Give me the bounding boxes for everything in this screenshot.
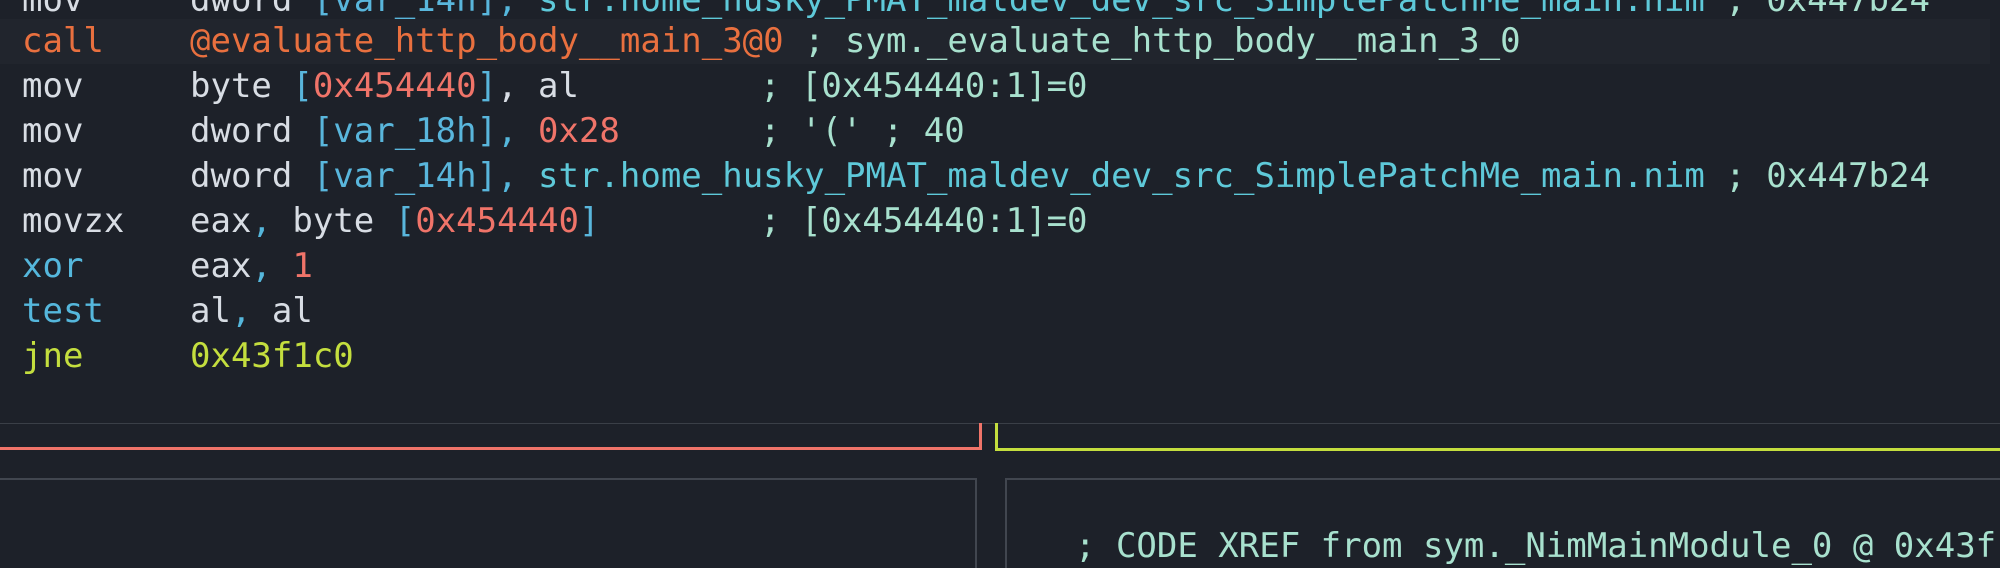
mnemonic: mov: [22, 111, 84, 151]
mnemonic: call: [22, 21, 104, 61]
false-branch-edge: [0, 423, 982, 450]
asm-line[interactable]: mov dword [var_14h], str.home_husky_PMAT…: [0, 154, 1990, 199]
operands: byte [0x454440], al: [190, 66, 579, 106]
asm-line[interactable]: test al, al: [0, 289, 1990, 334]
asm-line[interactable]: movzx eax, byte [0x454440] ; [0x454440:1…: [0, 199, 1990, 244]
operands: 0x43f1c0: [190, 334, 354, 379]
string-reference: str.home_husky_PMAT_maldev_dev_src_Simpl…: [538, 156, 1705, 196]
operands: eax, 1: [190, 246, 313, 286]
asm-line[interactable]: mov dword [var_18h], 0x28 ; '(' ; 40: [0, 109, 1990, 154]
operands: dword [var_14h], str.home_husky_PMAT_mal…: [190, 156, 1930, 196]
jump-target: 0x43f1c0: [190, 336, 354, 376]
true-branch-block[interactable]: ; CODE XREF from sym._NimMainModule_0 @ …: [1005, 478, 2000, 568]
xref-comment: ; CODE XREF from sym._NimMainModule_0 @ …: [1075, 526, 1997, 566]
mnemonic: mov: [22, 66, 84, 106]
false-branch-block[interactable]: [0, 478, 977, 568]
mnemonic: movzx: [22, 201, 125, 241]
operands: @evaluate_http_body__main_3@0 ; sym._eva…: [190, 21, 1521, 61]
operands: dword [var_18h], 0x28: [190, 111, 620, 151]
mnemonic: mov: [22, 156, 84, 196]
call-target: @evaluate_http_body__main_3@0: [190, 21, 784, 61]
asm-line[interactable]: jne 0x43f1c0: [0, 334, 1990, 379]
asm-line[interactable]: mov byte [0x454440], al ; [0x454440:1]=0: [0, 64, 1990, 109]
mnemonic: jne: [22, 336, 84, 376]
operands: eax, byte [0x454440]: [190, 201, 600, 241]
asm-line[interactable]: xor eax, 1: [0, 244, 1990, 289]
asm-line-selected[interactable]: call @evaluate_http_body__main_3@0 ; sym…: [0, 19, 1990, 64]
true-branch-edge: [995, 423, 2000, 451]
operands: al, al: [190, 291, 313, 331]
mnemonic: test: [22, 291, 104, 331]
comment: ; [0x454440:1]=0: [760, 66, 1088, 106]
comment: ; '(' ; 40: [760, 111, 965, 151]
comment: ; [0x454440:1]=0: [760, 201, 1088, 241]
mnemonic: xor: [22, 246, 84, 286]
disassembly-view[interactable]: mov dword [var_14h], str.home_husky_PMAT…: [0, 0, 2000, 422]
